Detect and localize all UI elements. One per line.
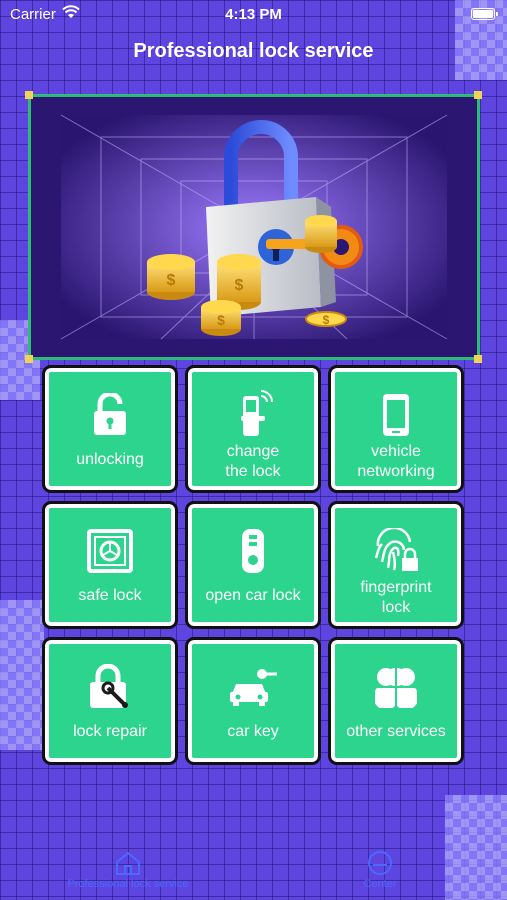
car-key-icon [192,662,314,712]
service-car-key[interactable]: car key [185,637,321,765]
home-icon [116,851,140,875]
tab-center[interactable]: Center [350,850,410,890]
service-label: safe lock [78,587,142,604]
svg-text:$: $ [235,277,244,294]
service-label: other services [346,723,446,740]
padlock-open-icon [49,390,171,440]
clover-icon [335,662,457,712]
service-lock-repair[interactable]: lock repair [42,637,178,765]
service-fingerprint-lock[interactable]: fingerprint lock [328,501,464,629]
banner-corner [474,91,482,99]
phone-icon [335,390,457,440]
remote-key-icon [192,526,314,576]
service-change-the-lock[interactable]: change the lock [185,365,321,493]
service-vehicle-networking[interactable]: vehicle networking [328,365,464,493]
banner-corner [25,355,33,363]
safe-icon [49,526,171,576]
status-time: 4:13 PM [225,6,282,23]
hero-banner: $ $ $ $ [28,94,480,360]
service-label: lock repair [73,723,147,740]
tab-label: Center [363,878,397,890]
service-label: unlocking [76,451,144,468]
fingerprint-lock-icon [335,526,457,576]
svg-text:$: $ [323,313,330,327]
smart-lock-icon [192,390,314,440]
service-unlocking[interactable]: unlocking [42,365,178,493]
banner-corner [474,355,482,363]
service-label: open car lock [205,587,301,604]
status-bar: Carrier 4:13 PM [0,0,507,28]
battery-icon [471,8,498,20]
person-icon [368,851,392,875]
svg-text:$: $ [217,312,225,328]
tab-bar: Professional lock service Center [0,840,507,900]
service-label: change the lock [225,443,281,480]
service-open-car-lock[interactable]: open car lock [185,501,321,629]
page-title: Professional lock service [133,40,374,62]
service-other-services[interactable]: other services [328,637,464,765]
lock-wrench-icon [49,662,171,712]
service-label: fingerprint lock [360,579,432,616]
tab-label: Professional lock service [67,878,189,890]
service-label: vehicle networking [357,443,435,480]
service-label: car key [227,723,279,740]
tab-home[interactable]: Professional lock service [48,850,208,890]
service-safe-lock[interactable]: safe lock [42,501,178,629]
lock-illustration: $ $ $ $ [31,97,477,357]
banner-corner [25,91,33,99]
svg-text:$: $ [167,272,176,289]
checker-pattern [0,600,44,750]
